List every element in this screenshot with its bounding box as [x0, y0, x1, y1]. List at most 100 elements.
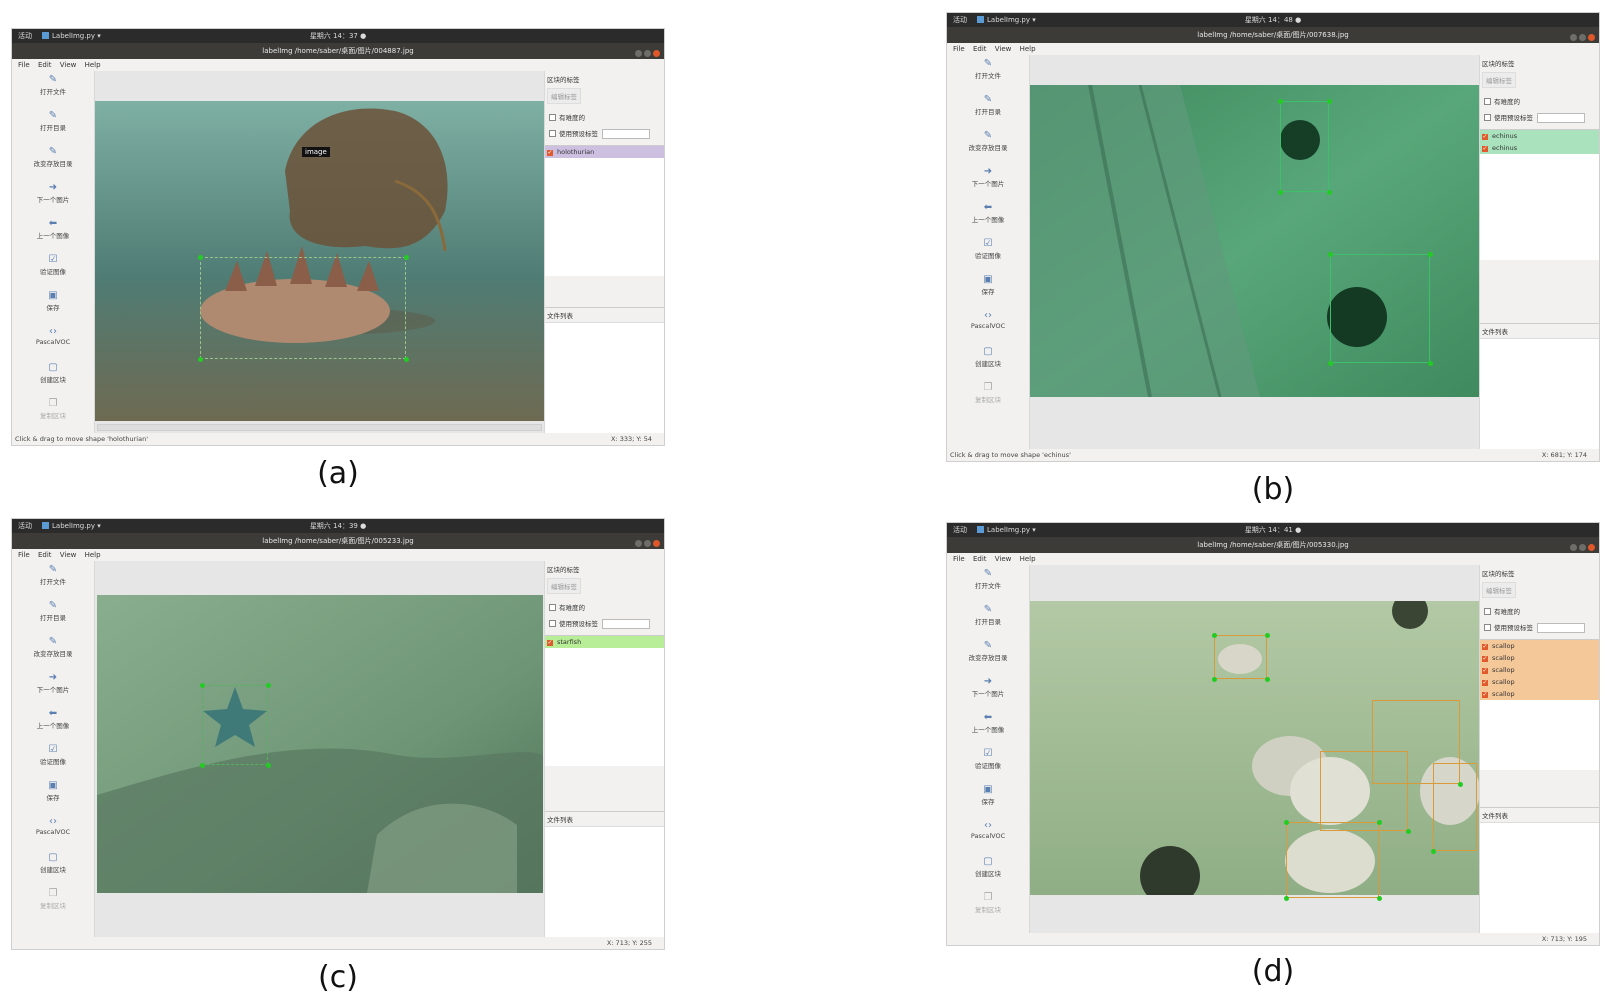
label-list-item[interactable]: holothurian [545, 146, 664, 158]
tool-create-box[interactable]: ▢ 创建区块 [947, 347, 1029, 379]
use-default-label-checkbox[interactable]: 使用预设标签 [1484, 622, 1595, 633]
menu-help[interactable]: Help [1020, 555, 1036, 563]
close-button[interactable] [653, 540, 660, 547]
menu-view[interactable]: View [995, 45, 1012, 53]
box-vertex[interactable] [1277, 98, 1283, 104]
box-vertex[interactable] [403, 356, 409, 362]
box-vertex[interactable] [1264, 676, 1270, 682]
box-vertex[interactable] [1264, 632, 1270, 638]
maximize-button[interactable] [1579, 34, 1586, 41]
tool-save[interactable]: ▣ 保存 [12, 781, 94, 813]
box-vertex[interactable] [1211, 676, 1217, 682]
tool-change-save-dir[interactable]: ✎ 改变存放目录 [947, 131, 1029, 163]
difficult-checkbox[interactable]: 有难度的 [549, 602, 660, 612]
minimize-button[interactable] [635, 50, 642, 57]
default-label-input[interactable] [1537, 623, 1585, 633]
menu-file[interactable]: File [18, 61, 30, 69]
box-vertex[interactable] [1277, 189, 1283, 195]
label-list-item[interactable]: echinus [1480, 130, 1599, 142]
label-list-item[interactable]: scallop [1480, 676, 1599, 688]
menu-help[interactable]: Help [1020, 45, 1036, 53]
tool-open-dir[interactable]: ✎ 打开目录 [947, 95, 1029, 127]
box-vertex[interactable] [1427, 251, 1433, 257]
tool-create-box[interactable]: ▢ 创建区块 [947, 857, 1029, 889]
box-vertex[interactable] [199, 762, 205, 768]
box-vertex[interactable] [199, 682, 205, 688]
tool-prev-image[interactable]: ⬅ 上一个图像 [12, 709, 94, 741]
box-vertex[interactable] [1211, 632, 1217, 638]
box-vertex[interactable] [1457, 781, 1463, 787]
tool-create-box[interactable]: ▢ 创建区块 [12, 853, 94, 885]
default-label-input[interactable] [1537, 113, 1585, 123]
tool-save[interactable]: ▣ 保存 [947, 785, 1029, 817]
edit-label-button[interactable]: 编辑标签 [1482, 582, 1516, 598]
tool-verify[interactable]: ☑ 验证图像 [12, 255, 94, 287]
box-vertex[interactable] [1376, 895, 1382, 901]
tool-prev-image[interactable]: ⬅ 上一个图像 [947, 713, 1029, 745]
minimize-button[interactable] [1570, 544, 1577, 551]
menu-file[interactable]: File [18, 551, 30, 559]
box-vertex[interactable] [265, 762, 271, 768]
tool-open-file[interactable]: ✎ 打开文件 [12, 565, 94, 597]
box-vertex[interactable] [265, 682, 271, 688]
menu-file[interactable]: File [953, 45, 965, 53]
label-list-item[interactable]: starfish [545, 636, 664, 648]
box-vertex[interactable] [1327, 251, 1333, 257]
tool-change-save-dir[interactable]: ✎ 改变存放目录 [947, 641, 1029, 673]
bounding-box-echinus[interactable] [1330, 254, 1430, 363]
tool-open-dir[interactable]: ✎ 打开目录 [947, 605, 1029, 637]
label-list-item[interactable]: scallop [1480, 640, 1599, 652]
tool-verify[interactable]: ☑ 验证图像 [947, 749, 1029, 781]
box-vertex[interactable] [403, 254, 409, 260]
edit-label-button[interactable]: 编辑标签 [547, 578, 581, 594]
label-list-item[interactable]: scallop [1480, 688, 1599, 700]
menu-edit[interactable]: Edit [973, 555, 987, 563]
default-label-input[interactable] [602, 129, 650, 139]
use-default-label-checkbox[interactable]: 使用预设标签 [549, 128, 660, 139]
image-canvas[interactable] [95, 561, 544, 937]
box-vertex[interactable] [1283, 819, 1289, 825]
tool-open-dir[interactable]: ✎ 打开目录 [12, 111, 94, 143]
tool-duplicate-box[interactable]: ❐ 复制区块 [947, 383, 1029, 415]
box-vertex[interactable] [1326, 189, 1332, 195]
tool-duplicate-box[interactable]: ❐ 复制区块 [12, 889, 94, 921]
bounding-box-echinus[interactable] [1280, 101, 1329, 192]
tool-save[interactable]: ▣ 保存 [947, 275, 1029, 307]
menu-file[interactable]: File [953, 555, 965, 563]
menu-view[interactable]: View [60, 61, 77, 69]
tool-open-file[interactable]: ✎ 打开文件 [947, 59, 1029, 91]
tool-prev-image[interactable]: ⬅ 上一个图像 [947, 203, 1029, 235]
tool-open-file[interactable]: ✎ 打开文件 [947, 569, 1029, 601]
menu-edit[interactable]: Edit [973, 45, 987, 53]
menu-help[interactable]: Help [85, 61, 101, 69]
tool-verify[interactable]: ☑ 验证图像 [947, 239, 1029, 271]
edit-label-button[interactable]: 编辑标签 [1482, 72, 1516, 88]
maximize-button[interactable] [644, 50, 651, 57]
tool-open-dir[interactable]: ✎ 打开目录 [12, 601, 94, 633]
tool-format[interactable]: ‹› PascalVOC [947, 821, 1029, 853]
menu-help[interactable]: Help [85, 551, 101, 559]
tool-next-image[interactable]: ➜ 下一个图片 [12, 183, 94, 215]
difficult-checkbox[interactable]: 有难度的 [1484, 606, 1595, 616]
tool-next-image[interactable]: ➜ 下一个图片 [947, 167, 1029, 199]
label-list-item[interactable]: scallop [1480, 664, 1599, 676]
tool-save[interactable]: ▣ 保存 [12, 291, 94, 323]
menu-edit[interactable]: Edit [38, 551, 52, 559]
menu-view[interactable]: View [60, 551, 77, 559]
box-vertex[interactable] [1327, 360, 1333, 366]
bounding-box-scallop[interactable] [1214, 635, 1267, 679]
minimize-button[interactable] [1570, 34, 1577, 41]
minimize-button[interactable] [635, 540, 642, 547]
tool-change-save-dir[interactable]: ✎ 改变存放目录 [12, 637, 94, 669]
tool-format[interactable]: ‹› PascalVOC [12, 817, 94, 849]
tool-verify[interactable]: ☑ 验证图像 [12, 745, 94, 777]
tool-change-save-dir[interactable]: ✎ 改变存放目录 [12, 147, 94, 179]
tool-next-image[interactable]: ➜ 下一个图片 [12, 673, 94, 705]
bounding-box-holothurian[interactable] [200, 257, 406, 359]
box-vertex[interactable] [1427, 360, 1433, 366]
box-vertex[interactable] [1376, 819, 1382, 825]
image-canvas[interactable] [1030, 565, 1479, 933]
difficult-checkbox[interactable]: 有难度的 [1484, 96, 1595, 106]
tool-duplicate-box[interactable]: ❐ 复制区块 [12, 399, 94, 431]
box-vertex[interactable] [197, 356, 203, 362]
